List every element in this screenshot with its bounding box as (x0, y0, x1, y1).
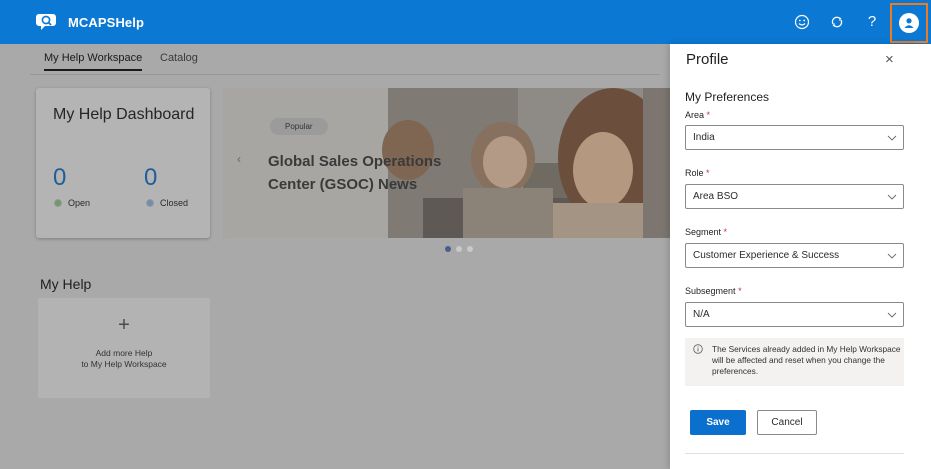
help-chat-logo-icon (36, 14, 56, 30)
area-value: India (693, 132, 715, 143)
hero-title[interactable]: Global Sales Operations Center (GSOC) Ne… (268, 150, 468, 196)
smiley-feedback-icon[interactable] (792, 12, 812, 32)
segment-select[interactable]: Customer Experience & Success (685, 243, 904, 268)
role-select[interactable]: Area BSO (685, 184, 904, 209)
segment-value: Customer Experience & Success (693, 250, 840, 261)
popular-badge: Popular (270, 118, 328, 135)
area-label: Area * (685, 110, 710, 120)
subsegment-label: Subsegment * (685, 286, 742, 296)
top-app-bar: MCAPSHelp ? (0, 0, 931, 44)
panel-divider (685, 453, 904, 454)
required-marker: * (723, 227, 728, 237)
add-help-line1: Add more Help (95, 348, 153, 358)
open-dot-icon (54, 199, 62, 207)
close-icon[interactable]: × (885, 52, 894, 67)
tab-catalog[interactable]: Catalog (160, 52, 198, 64)
dashboard-card[interactable]: My Help Dashboard 0 0 Open Closed (36, 88, 210, 238)
subsegment-label-text: Subsegment (685, 286, 736, 296)
closed-status: Closed (146, 198, 188, 208)
required-marker: * (706, 168, 710, 178)
notice-text: The Services already added in My Help Wo… (712, 344, 901, 376)
chevron-down-icon (887, 253, 897, 259)
preferences-title: My Preferences (685, 90, 770, 104)
tab-divider (30, 74, 660, 75)
segment-label: Segment * (685, 227, 727, 237)
plus-icon: + (118, 314, 130, 336)
user-profile-icon (899, 13, 919, 33)
app-title: MCAPSHelp (68, 14, 145, 30)
carousel-dot[interactable] (467, 246, 473, 252)
cancel-button[interactable]: Cancel (757, 410, 817, 435)
tab-my-help-workspace[interactable]: My Help Workspace (44, 52, 143, 71)
main-content: My Help Workspace Catalog My Help Dashbo… (0, 44, 670, 469)
chevron-down-icon (887, 135, 897, 141)
segment-label-text: Segment (685, 227, 722, 237)
add-help-text: Add more Help to My Help Workspace (38, 348, 210, 370)
preferences-notice: The Services already added in My Help Wo… (685, 338, 904, 386)
chevron-down-icon (887, 312, 897, 318)
workspace-tabs: My Help Workspace Catalog (0, 44, 670, 74)
page-edge (919, 44, 931, 469)
sync-icon[interactable] (827, 12, 847, 32)
profile-panel: Profile × My Preferences Area * India Ro… (670, 44, 919, 469)
app-brand[interactable]: MCAPSHelp (36, 12, 144, 32)
closed-count: 0 (144, 164, 158, 191)
info-icon (693, 344, 703, 354)
carousel-indicators (445, 246, 473, 252)
role-label-text: Role (685, 168, 704, 178)
help-icon[interactable]: ? (862, 12, 882, 32)
save-button[interactable]: Save (690, 410, 746, 435)
area-label-text: Area (685, 110, 705, 120)
closed-dot-icon (146, 199, 154, 207)
carousel-prev-button[interactable]: ‹ (237, 152, 241, 166)
open-status: Open (54, 198, 90, 208)
closed-label: Closed (160, 198, 189, 208)
area-select[interactable]: India (685, 125, 904, 150)
add-help-line2: to My Help Workspace (81, 359, 167, 369)
help-glyph: ? (867, 13, 877, 30)
carousel-dot[interactable] (445, 246, 451, 252)
dashboard-title: My Help Dashboard (53, 106, 195, 123)
my-help-title: My Help (40, 276, 92, 292)
panel-title: Profile (686, 51, 729, 68)
role-label: Role * (685, 168, 710, 178)
chevron-down-icon (887, 194, 897, 200)
required-marker: * (706, 110, 711, 120)
role-value: Area BSO (693, 191, 739, 202)
profile-button[interactable] (890, 3, 928, 43)
open-count: 0 (53, 164, 67, 191)
subsegment-select[interactable]: N/A (685, 302, 904, 327)
open-label: Open (68, 198, 91, 208)
required-marker: * (738, 286, 742, 296)
add-help-card[interactable]: + Add more Help to My Help Workspace (38, 298, 210, 398)
carousel-dot[interactable] (456, 246, 462, 252)
subsegment-value: N/A (693, 309, 710, 320)
